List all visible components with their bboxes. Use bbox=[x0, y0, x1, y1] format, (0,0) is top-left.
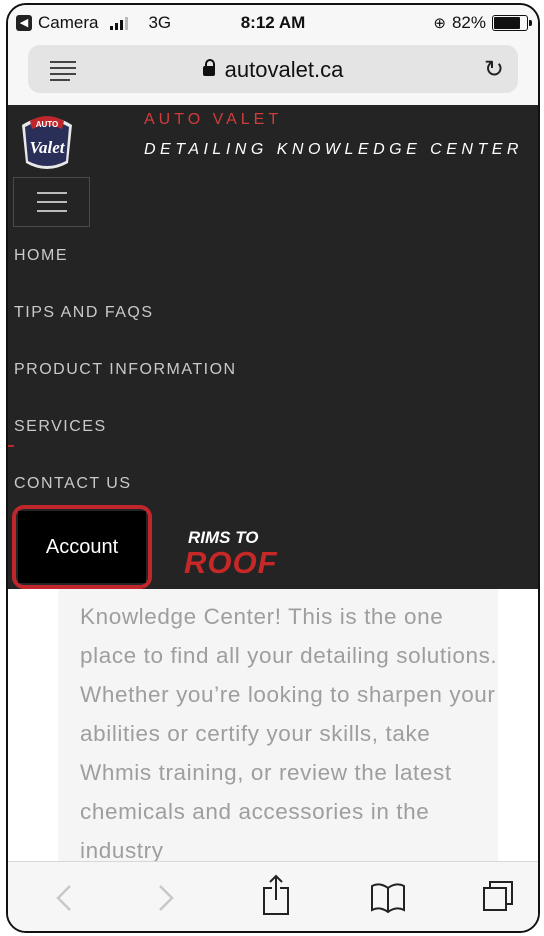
auto-valet-logo[interactable]: AUTO Valet bbox=[16, 111, 78, 175]
account-button[interactable]: Account bbox=[18, 511, 146, 583]
battery-icon bbox=[492, 15, 532, 31]
phone-screen: ◀ Camera 3G 8:12 AM ⊕ 82% autovalet.ca ↻ bbox=[6, 3, 540, 933]
reload-icon[interactable]: ↻ bbox=[484, 55, 504, 84]
intro-card: Knowledge Center! This is the one place … bbox=[58, 589, 498, 869]
status-right: ⊕ 82% bbox=[433, 13, 532, 33]
bookmarks-icon[interactable] bbox=[358, 862, 418, 932]
share-icon[interactable] bbox=[246, 862, 306, 932]
nav-product-information[interactable]: PRODUCT INFORMATION bbox=[14, 361, 237, 379]
hamburger-icon bbox=[37, 192, 67, 194]
svg-text:AUTO: AUTO bbox=[36, 120, 59, 129]
callout-marker bbox=[8, 445, 14, 447]
url-text: autovalet.ca bbox=[224, 57, 344, 82]
main-content: Knowledge Center! This is the one place … bbox=[8, 589, 538, 869]
tabs-icon[interactable] bbox=[468, 862, 528, 932]
rims-to-roof-logo[interactable]: RIMS TO ROOF bbox=[184, 523, 294, 579]
url-display[interactable]: autovalet.ca bbox=[28, 57, 518, 83]
nav-home[interactable]: HOME bbox=[14, 247, 68, 265]
status-bar: ◀ Camera 3G 8:12 AM ⊕ 82% bbox=[8, 5, 538, 41]
back-icon[interactable] bbox=[34, 862, 94, 932]
intro-paragraph: Knowledge Center! This is the one place … bbox=[80, 604, 498, 863]
svg-text:Valet: Valet bbox=[30, 138, 66, 157]
address-bar[interactable]: autovalet.ca ↻ bbox=[28, 45, 518, 93]
browser-toolbar bbox=[8, 861, 538, 932]
nav-toggle-button[interactable] bbox=[13, 177, 90, 227]
brand-subtitle: DETAILING KNOWLEDGE CENTER bbox=[144, 141, 523, 158]
orientation-lock-icon: ⊕ bbox=[433, 15, 446, 32]
battery-percent: 82% bbox=[451, 13, 486, 32]
nav-tips-faqs[interactable]: TIPS AND FAQS bbox=[14, 304, 154, 322]
browser-address-area: autovalet.ca ↻ bbox=[8, 41, 538, 105]
lock-icon bbox=[202, 59, 215, 76]
svg-text:ROOF: ROOF bbox=[184, 545, 278, 579]
forward-icon[interactable] bbox=[136, 862, 196, 932]
brand-name: AUTO VALET bbox=[144, 111, 283, 128]
nav-services[interactable]: SERVICES bbox=[14, 418, 107, 436]
site-header: AUTO Valet AUTO VALET DETAILING KNOWLEDG… bbox=[8, 105, 538, 589]
nav-contact-us[interactable]: CONTACT US bbox=[14, 475, 132, 493]
